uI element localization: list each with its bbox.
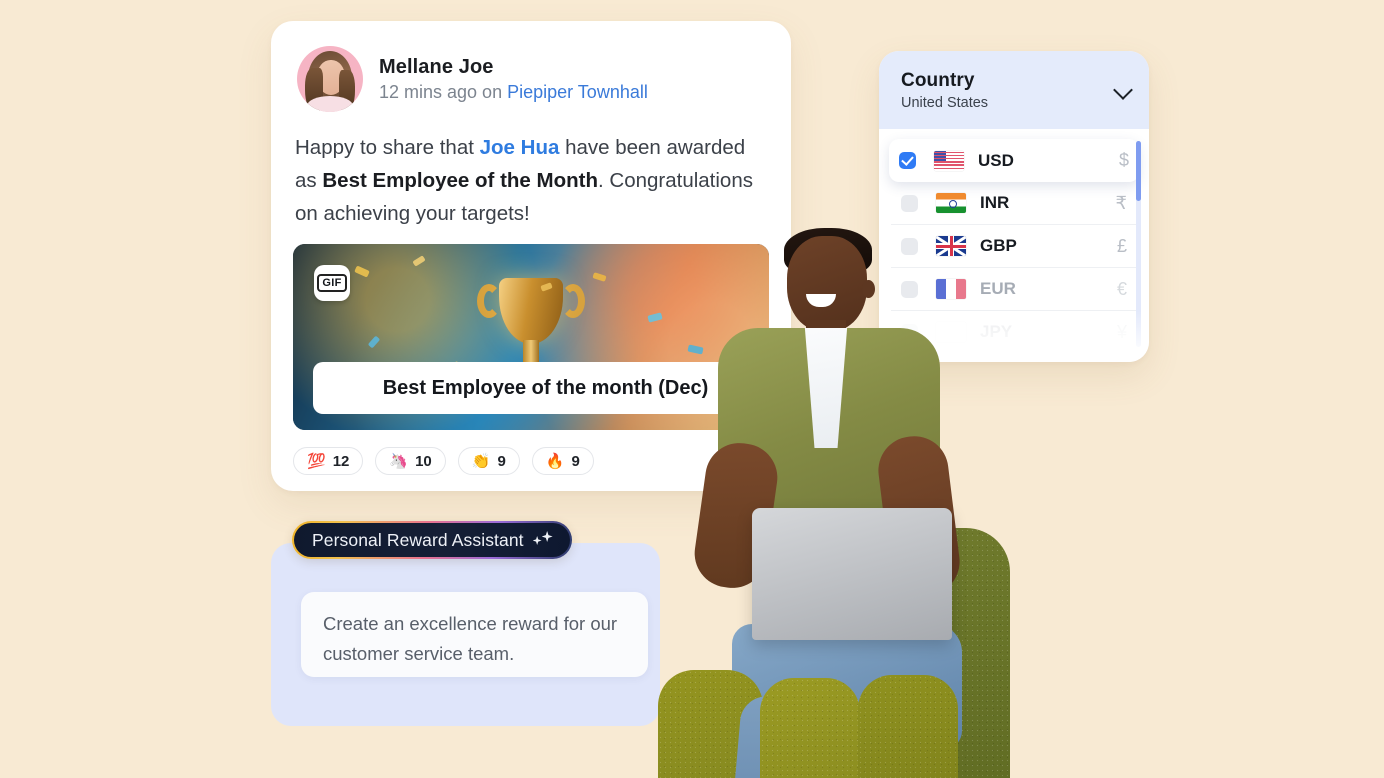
currency-row-inr[interactable]: INR ₹ xyxy=(891,182,1137,225)
reaction-pill[interactable]: 🦄 10 xyxy=(375,447,446,475)
scrollbar-thumb[interactable] xyxy=(1136,141,1141,201)
reaction-pill[interactable]: 👏 9 xyxy=(457,447,520,475)
currency-symbol: ¥ xyxy=(1116,321,1127,342)
checkbox-inr[interactable] xyxy=(901,194,918,212)
post-time-text: 12 mins ago on xyxy=(379,81,508,102)
country-label: Country xyxy=(901,70,975,91)
chair-seat-middle xyxy=(760,678,860,778)
person-on-chair-illustration xyxy=(648,228,1078,778)
currency-code: INR xyxy=(980,193,1010,212)
post-header: Mellane Joe 12 mins ago on Piepiper Town… xyxy=(271,21,791,112)
chair-seat-right xyxy=(858,675,958,778)
reaction-count: 10 xyxy=(415,452,432,470)
gif-icon: GIF xyxy=(314,265,350,301)
assistant-prompt-text[interactable]: Create an excellence reward for our cust… xyxy=(301,592,648,677)
us-flag-icon xyxy=(934,150,964,171)
country-dropdown-header[interactable]: Country United States xyxy=(879,51,1149,129)
reaction-emoji-fire: 🔥 xyxy=(545,452,565,470)
post-mention-link[interactable]: Joe Hua xyxy=(480,136,560,159)
sparkle-icon xyxy=(532,531,553,549)
reaction-emoji-hundred: 💯 xyxy=(307,452,326,470)
post-text-part1: Happy to share that xyxy=(295,136,480,159)
reaction-count: 12 xyxy=(332,452,350,470)
reaction-count: 9 xyxy=(497,452,506,470)
reaction-emoji-clap: 👏 xyxy=(471,452,491,470)
currency-row-usd[interactable]: USD $ xyxy=(889,139,1139,182)
reaction-pill[interactable]: 💯 12 xyxy=(293,447,364,475)
reaction-count: 9 xyxy=(571,452,580,470)
in-flag-icon xyxy=(936,193,966,213)
currency-symbol: $ xyxy=(1118,150,1129,170)
reaction-pill[interactable]: 🔥 9 xyxy=(531,447,594,475)
currency-symbol: £ xyxy=(1116,235,1127,256)
post-author-block: Mellane Joe 12 mins ago on Piepiper Town… xyxy=(379,56,648,103)
currency-symbol: ₹ xyxy=(1115,192,1127,213)
assistant-badge[interactable]: Personal Reward Assistant xyxy=(292,521,572,559)
currency-code: USD xyxy=(978,150,1014,170)
avatar xyxy=(297,46,363,112)
chevron-down-icon[interactable] xyxy=(1115,83,1131,99)
gif-icon-label: GIF xyxy=(317,274,347,292)
post-timestamp: 12 mins ago on Piepiper Townhall xyxy=(379,82,648,103)
country-selected-value: United States xyxy=(901,95,989,111)
post-body-text: Happy to share that Joe Hua have been aw… xyxy=(271,112,791,230)
person-head xyxy=(787,236,867,332)
reaction-emoji-unicorn: 🦄 xyxy=(389,452,409,470)
post-author-name: Mellane Joe xyxy=(379,55,494,78)
post-award-title: Best Employee of the Month xyxy=(322,169,598,192)
post-channel-link[interactable]: Piepiper Townhall xyxy=(507,82,648,102)
checkbox-usd[interactable] xyxy=(899,152,916,169)
assistant-badge-label: Personal Reward Assistant xyxy=(312,529,524,550)
laptop xyxy=(752,508,952,640)
currency-symbol: € xyxy=(1116,278,1127,299)
person-ear xyxy=(862,280,875,298)
screenshot-canvas: Mellane Joe 12 mins ago on Piepiper Town… xyxy=(0,0,1384,778)
